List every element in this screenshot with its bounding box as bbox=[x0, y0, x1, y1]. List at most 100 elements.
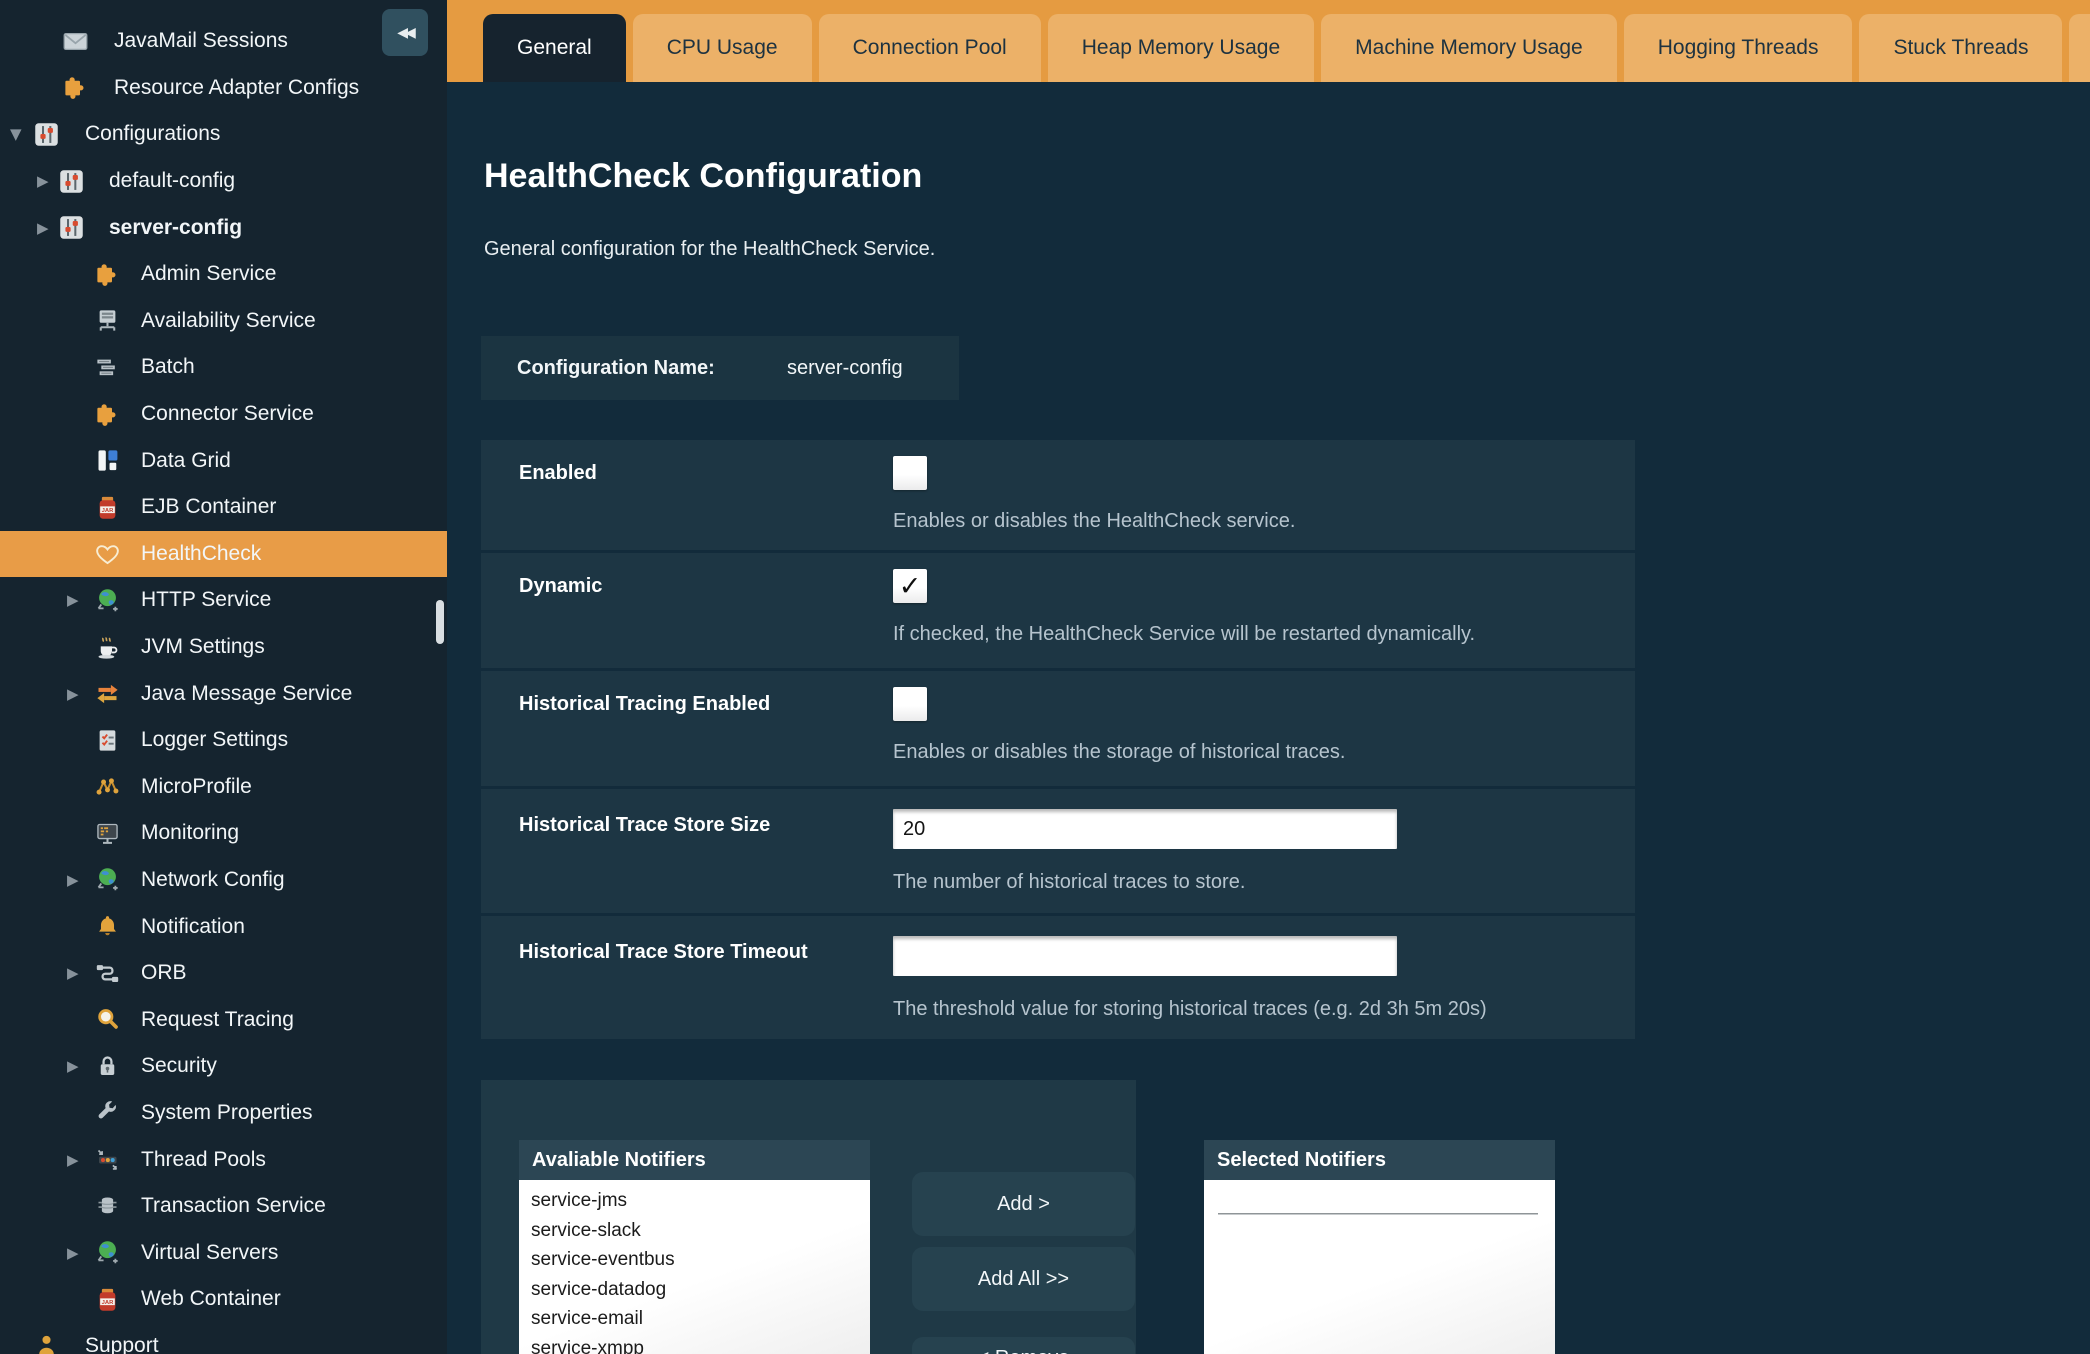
tab-stuck-threads[interactable]: Stuck Threads bbox=[1859, 14, 2062, 82]
historical-trace-store-size-help-text: The number of historical traces to store… bbox=[893, 871, 1245, 894]
historical-trace-store-size-input[interactable] bbox=[893, 809, 1397, 849]
chevron-right-icon[interactable]: ▶ bbox=[67, 1244, 94, 1262]
sidebar-item-admin-service[interactable]: ▶ Admin Service bbox=[0, 251, 447, 298]
list-item[interactable]: service-datadog bbox=[531, 1275, 870, 1305]
sidebar-item-orb[interactable]: ▶ ORB bbox=[0, 950, 447, 997]
sidebar-item-support[interactable]: ▶ Support bbox=[0, 1323, 447, 1354]
form-row-historical-tracing-enabled: Historical Tracing Enabled Enables or di… bbox=[481, 671, 1635, 786]
selected-notifiers-listbox[interactable] bbox=[1204, 1180, 1555, 1354]
chevron-right-icon[interactable]: ▶ bbox=[67, 871, 94, 889]
historical-tracing-enabled-checkbox[interactable] bbox=[893, 687, 927, 721]
sidebar-item-http-service[interactable]: ▶ HTTP Service bbox=[0, 577, 447, 624]
form-row-dynamic: Dynamic ✓ If checked, the HealthCheck Se… bbox=[481, 553, 1635, 668]
sidebar-item-transaction-service[interactable]: ▶ Transaction Service bbox=[0, 1183, 447, 1230]
sidebar-item-configurations[interactable]: ▼ Configurations bbox=[0, 111, 447, 158]
sidebar-item-batch[interactable]: ▶ Batch bbox=[0, 344, 447, 391]
sidebar-item-label: Connector Service bbox=[141, 402, 314, 426]
tab-strip: General CPU Usage Connection Pool Heap M… bbox=[447, 0, 2090, 82]
historical-trace-store-size-label: Historical Trace Store Size bbox=[519, 814, 770, 837]
tab-cpu-usage[interactable]: CPU Usage bbox=[633, 14, 812, 82]
tab-clipped[interactable] bbox=[2069, 14, 2090, 82]
sidebar-item-label: Java Message Service bbox=[141, 682, 352, 706]
chevron-right-icon[interactable]: ▶ bbox=[67, 1151, 94, 1169]
add-notifier-button[interactable]: Add > bbox=[912, 1172, 1135, 1236]
puzzle-icon bbox=[94, 401, 121, 428]
sidebar-item-label: Logger Settings bbox=[141, 728, 288, 752]
sidebar-item-monitoring[interactable]: ▶ Monitoring bbox=[0, 810, 447, 857]
list-item[interactable]: service-jms bbox=[531, 1186, 870, 1216]
sidebar-item-virtual-servers[interactable]: ▶ Virtual Servers bbox=[0, 1229, 447, 1276]
sidebar-item-resource-adapter-configs[interactable]: Resource Adapter Configs bbox=[0, 65, 447, 112]
sidebar-item-default-config[interactable]: ▶ default-config bbox=[0, 158, 447, 205]
page-subtitle: General configuration for the HealthChec… bbox=[484, 238, 935, 261]
dynamic-checkbox[interactable]: ✓ bbox=[893, 569, 927, 603]
sidebar-item-jvm-settings[interactable]: ▶ JVM Settings bbox=[0, 624, 447, 671]
sidebar-item-label: Configurations bbox=[85, 122, 220, 146]
sidebar-item-javamail-sessions[interactable]: JavaMail Sessions bbox=[0, 18, 447, 65]
sidebar-item-microprofile[interactable]: ▶ MicroProfile bbox=[0, 764, 447, 811]
chevron-right-icon[interactable]: ▶ bbox=[67, 1057, 94, 1075]
sidebar-scrollbar-thumb[interactable] bbox=[436, 600, 444, 644]
sidebar-item-security[interactable]: ▶ Security bbox=[0, 1043, 447, 1090]
list-item[interactable]: service-slack bbox=[531, 1216, 870, 1246]
sidebar-item-ejb-container[interactable]: ▶ JAR EJB Container bbox=[0, 484, 447, 531]
puzzle-icon bbox=[94, 261, 121, 288]
list-item[interactable]: service-xmpp bbox=[531, 1334, 870, 1354]
coffee-icon bbox=[94, 634, 121, 661]
sidebar-item-thread-pools[interactable]: ▶ Thread Pools bbox=[0, 1136, 447, 1183]
list-item[interactable]: service-eventbus bbox=[531, 1245, 870, 1275]
chevron-down-icon[interactable]: ▼ bbox=[10, 125, 33, 143]
sidebar-item-label: Request Tracing bbox=[141, 1008, 294, 1032]
sidebar-item-label: Network Config bbox=[141, 868, 285, 892]
chevron-right-icon[interactable]: ▶ bbox=[37, 219, 58, 237]
sidebar-item-label: Admin Service bbox=[141, 262, 276, 286]
arrows-icon bbox=[94, 680, 121, 707]
chevron-right-icon[interactable]: ▶ bbox=[67, 591, 94, 609]
tab-general[interactable]: General bbox=[483, 14, 626, 82]
add-all-notifiers-button[interactable]: Add All >> bbox=[912, 1247, 1135, 1311]
chevron-right-icon[interactable]: ▶ bbox=[67, 685, 94, 703]
selected-notifiers-header: Selected Notifiers bbox=[1204, 1140, 1555, 1180]
chevron-right-icon[interactable]: ▶ bbox=[37, 172, 58, 190]
configuration-name-panel: Configuration Name: server-config bbox=[481, 336, 959, 400]
sidebar-item-data-grid[interactable]: ▶ Data Grid bbox=[0, 437, 447, 484]
tab-heap-memory-usage[interactable]: Heap Memory Usage bbox=[1048, 14, 1314, 82]
grid-icon bbox=[94, 447, 121, 474]
tab-list: General CPU Usage Connection Pool Heap M… bbox=[483, 14, 2090, 82]
enabled-checkbox[interactable] bbox=[893, 456, 927, 490]
globe-icon bbox=[94, 866, 121, 893]
wrench-icon bbox=[94, 1099, 121, 1126]
tab-connection-pool[interactable]: Connection Pool bbox=[819, 14, 1041, 82]
sidebar-tree: JavaMail Sessions Resource Adapter Confi… bbox=[0, 18, 447, 1354]
available-notifiers-listbox[interactable]: service-jms service-slack service-eventb… bbox=[519, 1180, 870, 1354]
sidebar-item-web-container[interactable]: ▶ JAR Web Container bbox=[0, 1276, 447, 1323]
chevron-right-icon[interactable]: ▶ bbox=[67, 964, 94, 982]
sidebar-item-logger-settings[interactable]: ▶ Logger Settings bbox=[0, 717, 447, 764]
sidebar-item-label: MicroProfile bbox=[141, 775, 252, 799]
sidebar-item-notification[interactable]: ▶ Notification bbox=[0, 903, 447, 950]
sidebar-item-connector-service[interactable]: ▶ Connector Service bbox=[0, 391, 447, 438]
sidebar: JavaMail Sessions Resource Adapter Confi… bbox=[0, 0, 447, 1354]
puzzle-icon bbox=[62, 74, 89, 101]
notifiers-panel: Avaliable Notifiers service-jms service-… bbox=[481, 1080, 1136, 1354]
sidebar-item-system-properties[interactable]: ▶ System Properties bbox=[0, 1090, 447, 1137]
sidebar-collapse-button[interactable]: ◀◀ bbox=[382, 9, 428, 56]
historical-trace-store-timeout-input[interactable] bbox=[893, 936, 1397, 976]
magnifier-icon bbox=[94, 1006, 121, 1033]
sidebar-item-label: Notification bbox=[141, 915, 245, 939]
sidebar-item-label: Support bbox=[85, 1334, 159, 1354]
tab-hogging-threads[interactable]: Hogging Threads bbox=[1624, 14, 1853, 82]
sidebar-item-java-message-service[interactable]: ▶ Java Message Service bbox=[0, 670, 447, 717]
sidebar-item-network-config[interactable]: ▶ Network Config bbox=[0, 857, 447, 904]
sidebar-item-request-tracing[interactable]: ▶ Request Tracing bbox=[0, 996, 447, 1043]
sidebar-item-label: JVM Settings bbox=[141, 635, 265, 659]
sidebar-item-server-config[interactable]: ▶ server-config bbox=[0, 204, 447, 251]
remove-notifier-button[interactable]: < Remove bbox=[912, 1337, 1135, 1354]
sidebar-item-availability-service[interactable]: ▶ Availability Service bbox=[0, 298, 447, 345]
tab-machine-memory-usage[interactable]: Machine Memory Usage bbox=[1321, 14, 1617, 82]
historical-trace-store-timeout-label: Historical Trace Store Timeout bbox=[519, 941, 808, 964]
globe-icon bbox=[94, 587, 121, 614]
list-item[interactable]: service-email bbox=[531, 1304, 870, 1334]
jar-icon: JAR bbox=[94, 494, 121, 521]
sidebar-item-healthcheck[interactable]: ▶ HealthCheck bbox=[0, 531, 447, 578]
